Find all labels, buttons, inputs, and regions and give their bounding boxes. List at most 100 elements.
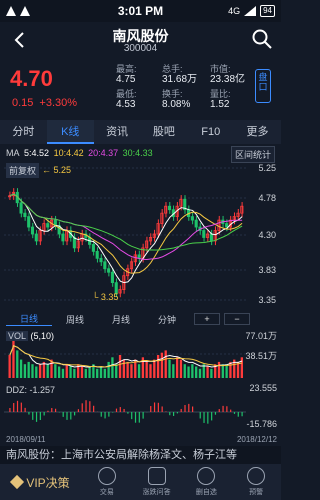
price-axis-label: 4.30 bbox=[258, 230, 276, 240]
candle-body bbox=[190, 216, 194, 221]
tab-more[interactable]: 更多 bbox=[234, 120, 281, 144]
volume-axis-mid: 38.51万 bbox=[245, 351, 277, 361]
period-minute[interactable]: 分钟 bbox=[144, 313, 190, 326]
volume-bar bbox=[191, 364, 194, 378]
zoom-in-button[interactable]: + bbox=[194, 313, 220, 325]
volume-bar bbox=[126, 361, 129, 378]
volume-bar bbox=[206, 366, 209, 378]
remove-watchlist-icon bbox=[197, 467, 216, 485]
adjust-type-button[interactable]: 前复权 bbox=[6, 163, 40, 178]
volume-bar bbox=[130, 364, 133, 378]
search-icon[interactable] bbox=[251, 28, 273, 50]
nav-bar: 南风股份 300004 bbox=[0, 22, 281, 58]
candle-body bbox=[225, 223, 229, 228]
volume-bar bbox=[198, 368, 202, 378]
tab-news[interactable]: 资讯 bbox=[94, 120, 141, 144]
news-ticker[interactable]: 南风股份：上海市公安局解除杨泽文、杨子江等 bbox=[0, 446, 281, 464]
volume-bar bbox=[225, 364, 228, 378]
volume-bar bbox=[118, 355, 122, 378]
vip-decision-button[interactable]: VIP决策 bbox=[0, 474, 82, 491]
volume-bar bbox=[149, 364, 152, 378]
volume-label: VOL bbox=[6, 331, 29, 341]
kline-chart[interactable]: 5.25 4.78 4.30 3.83 3.35 ← 5.25 └ 3.35 bbox=[0, 160, 281, 308]
volume-bar bbox=[168, 359, 171, 378]
battery-indicator: 94 bbox=[260, 5, 275, 17]
volume-bar bbox=[164, 350, 167, 378]
volume-bar bbox=[217, 361, 221, 378]
volume-bar bbox=[99, 366, 103, 378]
volume-bar bbox=[8, 355, 11, 378]
candle-body bbox=[107, 268, 111, 273]
trade-icon bbox=[97, 467, 116, 485]
tab-f10[interactable]: F10 bbox=[187, 120, 234, 144]
volume-bar bbox=[38, 364, 42, 378]
period-weekly[interactable]: 周线 bbox=[52, 313, 98, 326]
tab-timeshare[interactable]: 分时 bbox=[0, 120, 47, 144]
volume-bar bbox=[240, 357, 243, 378]
candle-body bbox=[46, 223, 50, 228]
candle-body bbox=[30, 226, 35, 235]
trade-label: 交易 bbox=[99, 489, 114, 496]
volume-bar bbox=[23, 364, 27, 378]
alert-button[interactable]: 预警 bbox=[231, 467, 281, 497]
alert-label: 预警 bbox=[249, 489, 264, 496]
trade-button[interactable]: 交易 bbox=[82, 467, 132, 497]
candle-body bbox=[194, 219, 198, 228]
bottom-bar: VIP决策 交易 涨跌问答 删自选 预警 bbox=[0, 464, 281, 500]
volume-bar bbox=[195, 366, 198, 378]
volume-bar bbox=[16, 350, 19, 378]
pankou-button[interactable]: 盘口 bbox=[255, 69, 271, 103]
volume-bar bbox=[210, 368, 213, 378]
volume-axis-top: 77.01万 bbox=[245, 331, 277, 341]
volume-bar bbox=[175, 357, 179, 378]
volume-bar bbox=[88, 366, 91, 378]
volume-bar bbox=[183, 364, 186, 378]
period-daily[interactable]: 日线 bbox=[6, 312, 52, 326]
price-axis-label: 3.35 bbox=[258, 295, 276, 305]
volume-bar bbox=[96, 368, 99, 378]
last-price: 4.70 bbox=[10, 66, 53, 91]
network-label: 4G bbox=[228, 6, 241, 16]
remove-watchlist-button[interactable]: 删自选 bbox=[182, 467, 232, 497]
volume-bar bbox=[107, 361, 110, 378]
candle-body bbox=[27, 216, 31, 228]
ma30-line bbox=[9, 193, 243, 251]
change-percent: +3.30% bbox=[39, 97, 78, 109]
ma30-value: 30:4.33 bbox=[122, 148, 153, 158]
volume-bar bbox=[103, 368, 106, 378]
volume-bar bbox=[229, 361, 232, 378]
period-monthly[interactable]: 月线 bbox=[98, 313, 144, 326]
change-amount: 0.15 bbox=[12, 97, 34, 109]
volume-bar bbox=[137, 364, 141, 378]
candle-body bbox=[209, 233, 213, 242]
high-marker-label: ← 5.25 bbox=[42, 165, 71, 175]
ddz-label: DDZ: -1.257 bbox=[6, 385, 56, 395]
volume-bar bbox=[61, 368, 65, 378]
volume-bar bbox=[172, 364, 175, 378]
volume-bar bbox=[46, 364, 49, 378]
volume-bar bbox=[153, 359, 156, 378]
status-bar: 3:01 PM 4G 94 bbox=[0, 0, 281, 22]
candle-body bbox=[167, 205, 172, 211]
volume-bar bbox=[31, 364, 34, 378]
zoom-out-button[interactable]: − bbox=[224, 313, 250, 325]
volume-bar bbox=[65, 364, 68, 378]
volume-ma-params: (5,10) bbox=[30, 331, 55, 341]
price-axis-label: 4.78 bbox=[258, 193, 276, 203]
volume-bar bbox=[156, 355, 160, 378]
date-range: 2018/09/11 2018/12/12 bbox=[6, 435, 277, 444]
detail-tabs: 分时 K线 资讯 股吧 F10 更多 bbox=[0, 120, 281, 144]
stock-code: 300004 bbox=[123, 43, 158, 54]
tab-kline[interactable]: K线 bbox=[46, 120, 94, 144]
qa-button[interactable]: 涨跌问答 bbox=[132, 467, 182, 497]
period-tabs: 日线 周线 月线 分钟 + − bbox=[6, 311, 275, 327]
ma-legend: MA 5:4.52 10:4.42 20:4.37 30:4.33 bbox=[6, 148, 155, 158]
volume-bar bbox=[111, 357, 114, 378]
volume-bar bbox=[115, 364, 118, 378]
remove-watchlist-label: 删自选 bbox=[195, 489, 217, 496]
notification-icons bbox=[6, 6, 86, 16]
candle-body bbox=[99, 257, 103, 263]
warning-icon bbox=[20, 6, 30, 16]
qa-label: 涨跌问答 bbox=[142, 489, 171, 496]
tab-forum[interactable]: 股吧 bbox=[140, 120, 187, 144]
